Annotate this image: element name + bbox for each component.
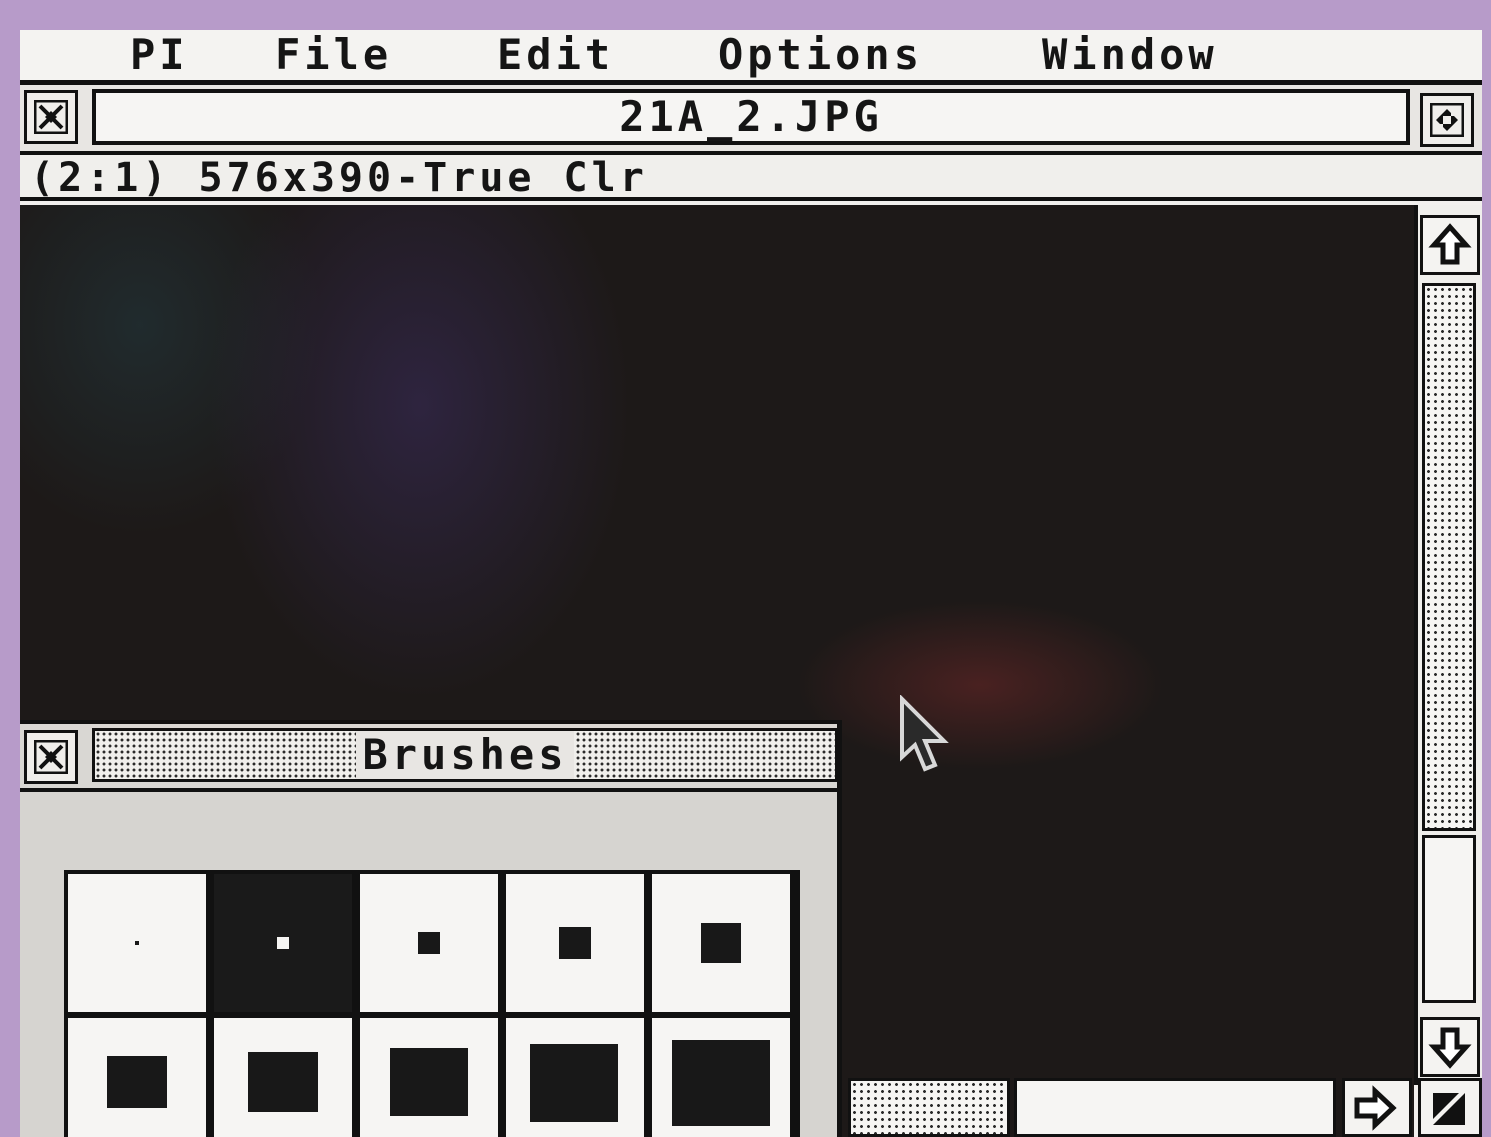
brushes-body bbox=[20, 788, 837, 1137]
brushes-window: Brushes bbox=[20, 720, 842, 1137]
horizontal-scroll-thumb[interactable] bbox=[1014, 1078, 1336, 1137]
brush-swatch[interactable] bbox=[214, 1018, 352, 1137]
horizontal-scroll-track[interactable] bbox=[848, 1078, 1010, 1137]
size-box-icon bbox=[1433, 1093, 1465, 1125]
brush-dot bbox=[390, 1048, 468, 1116]
brushes-close-button[interactable] bbox=[24, 730, 78, 784]
brush-swatch[interactable] bbox=[652, 1018, 790, 1137]
brush-swatch[interactable] bbox=[360, 874, 498, 1012]
brush-dot bbox=[418, 932, 440, 954]
arrow-down-icon bbox=[1428, 1027, 1472, 1069]
scroll-up-button[interactable] bbox=[1420, 215, 1480, 275]
size-box-button[interactable] bbox=[1418, 1078, 1482, 1137]
menu-file[interactable]: File bbox=[275, 32, 392, 78]
scroll-down-button[interactable] bbox=[1420, 1017, 1480, 1077]
brush-swatch[interactable] bbox=[506, 874, 644, 1012]
brush-dot bbox=[107, 1056, 167, 1108]
brushes-title: Brushes bbox=[356, 731, 574, 779]
brush-swatch[interactable] bbox=[360, 1018, 498, 1137]
close-box-icon bbox=[34, 100, 68, 134]
menu-options[interactable]: Options bbox=[718, 32, 923, 78]
brush-swatch[interactable] bbox=[652, 874, 790, 1012]
fuller-box-icon bbox=[1430, 103, 1464, 137]
brush-dot bbox=[530, 1044, 618, 1122]
brush-dot bbox=[701, 923, 741, 963]
close-box-icon bbox=[34, 740, 68, 774]
mouse-pointer-icon bbox=[900, 695, 949, 772]
brush-swatch-selected[interactable] bbox=[214, 874, 352, 1012]
menu-edit[interactable]: Edit bbox=[497, 32, 614, 78]
close-button[interactable] bbox=[24, 90, 78, 144]
brush-swatch[interactable] bbox=[506, 1018, 644, 1137]
brush-dot bbox=[277, 937, 289, 949]
scroll-right-button[interactable] bbox=[1342, 1078, 1412, 1137]
fuller-button[interactable] bbox=[1420, 93, 1474, 147]
brush-swatch[interactable] bbox=[68, 874, 206, 1012]
brushes-title-bar[interactable]: Brushes bbox=[92, 728, 838, 782]
brush-swatch[interactable] bbox=[68, 1018, 206, 1137]
menu-bar: PI File Edit Options Window bbox=[20, 30, 1482, 85]
menu-window[interactable]: Window bbox=[1042, 32, 1218, 78]
menu-pi[interactable]: PI bbox=[130, 32, 189, 78]
desktop-screen: PI File Edit Options Window 21A_2.JPG (2… bbox=[20, 30, 1482, 1137]
brush-dot bbox=[248, 1052, 318, 1112]
brush-dot bbox=[135, 941, 139, 945]
window-info-line: (2:1) 576x390-True Clr bbox=[20, 155, 1482, 201]
vertical-scrollbar[interactable] bbox=[1414, 205, 1482, 1085]
arrow-right-icon bbox=[1354, 1085, 1397, 1131]
window-title[interactable]: 21A_2.JPG bbox=[92, 89, 1410, 145]
brush-grid bbox=[64, 870, 800, 1137]
brush-dot bbox=[559, 927, 591, 959]
arrow-up-icon bbox=[1428, 223, 1472, 265]
window-title-bar: 21A_2.JPG bbox=[20, 85, 1482, 155]
vertical-scroll-track[interactable] bbox=[1422, 283, 1476, 831]
brush-dot bbox=[672, 1040, 770, 1126]
vertical-scroll-thumb[interactable] bbox=[1422, 835, 1476, 1003]
